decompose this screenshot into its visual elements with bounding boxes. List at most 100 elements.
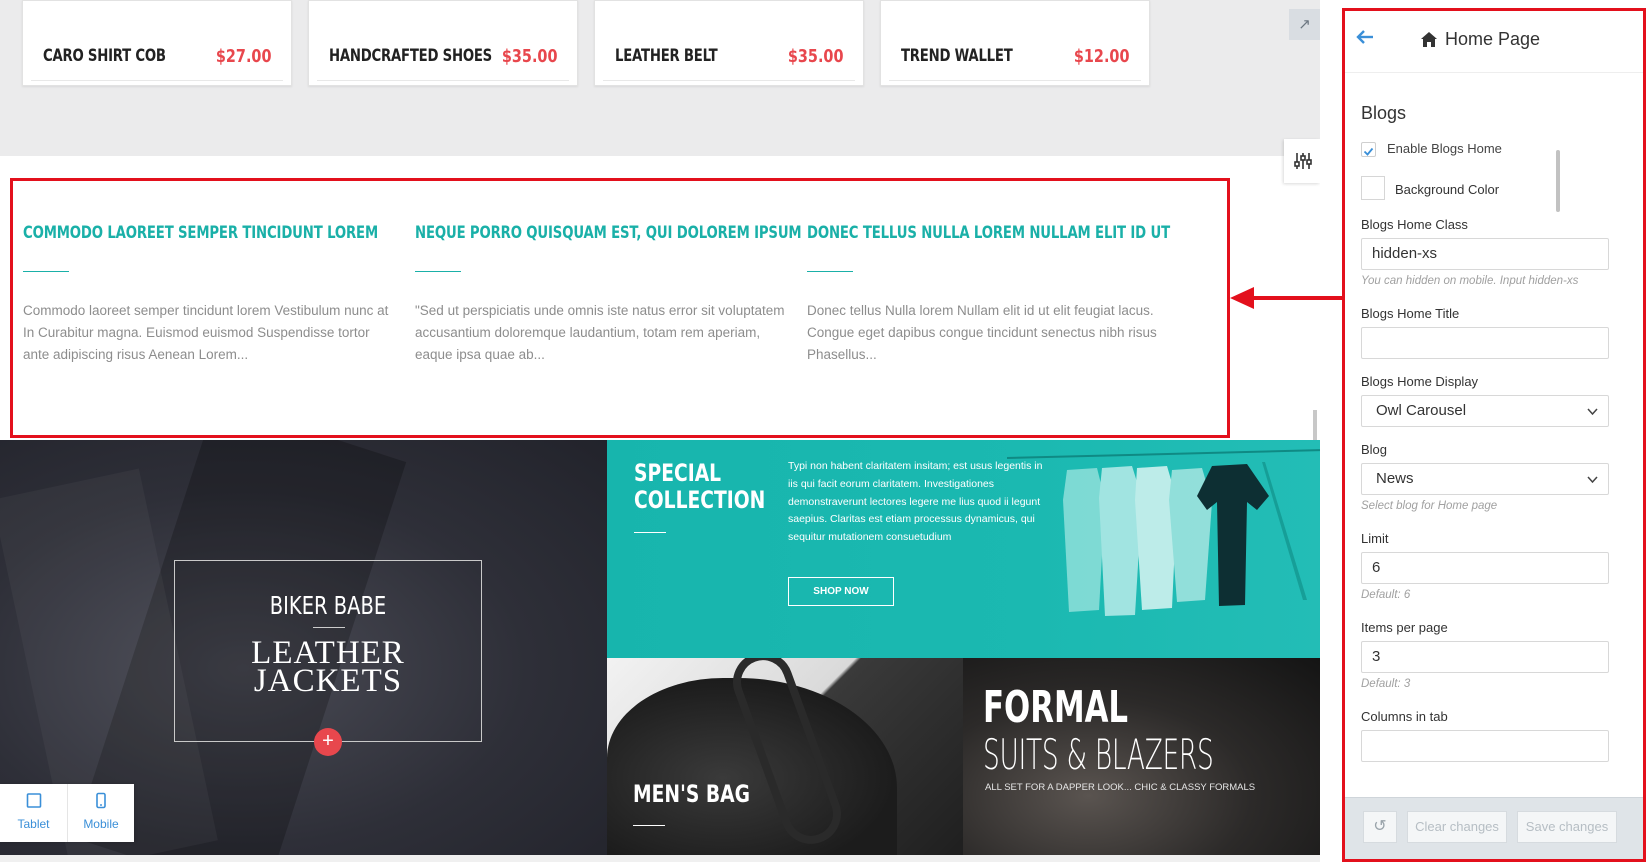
blog-divider [807, 271, 853, 272]
blog-post: DONEC TELLUS NULLA LOREM NULLAM ELIT ID … [807, 223, 1177, 366]
panel-form: Blogs Enable Blogs Home Background Color… [1345, 87, 1643, 795]
panel-footer: ↺ Clear changes Save changes [1345, 797, 1643, 859]
checkbox-label: Enable Blogs Home [1387, 141, 1502, 156]
blogs-home-class-field: Blogs Home Class hidden-xs You can hidde… [1361, 216, 1623, 291]
panel-scrollbar[interactable] [1556, 150, 1560, 212]
customize-settings-button[interactable] [1284, 139, 1320, 183]
blog-post: COMMODO LAOREET SEMPER TINCIDUNT LOREM C… [23, 223, 393, 366]
blog-post-excerpt: "Sed ut perspiciatis unde omnis iste nat… [415, 303, 785, 362]
blog-post-title[interactable]: DONEC TELLUS NULLA LOREM NULLAM ELIT ID … [807, 223, 1170, 243]
blog-post-title[interactable]: NEQUE PORRO QUISQUAM EST, QUI DOLOREM IP… [415, 223, 802, 243]
blog-post-excerpt: Commodo laoreet semper tincidunt lorem V… [23, 303, 389, 362]
banner-divider [634, 532, 666, 533]
field-label: Columns in tab [1361, 709, 1448, 724]
blogs-home-section: COMMODO LAOREET SEMPER TINCIDUNT LOREM C… [10, 178, 1230, 438]
panel-title: Home Page [1445, 29, 1541, 49]
product-name[interactable]: TREND WALLET [901, 46, 1013, 66]
field-hint: Default: 6 [1361, 589, 1411, 601]
limit-field: Limit 6 Default: 6 [1361, 530, 1623, 605]
clear-changes-button[interactable]: Clear changes [1407, 811, 1507, 843]
banner-divider [313, 627, 345, 628]
product-card[interactable]: TREND WALLET $12.00 [880, 0, 1150, 86]
customizer-panel: Home Page Blogs Enable Blogs Home Backgr… [1342, 8, 1646, 862]
section-title: Blogs [1361, 103, 1407, 123]
select-value: News [1376, 470, 1414, 487]
field-label: Items per page [1361, 620, 1448, 635]
blogs-home-display-field: Blogs Home Display Owl Carousel [1361, 373, 1623, 427]
product-price: $27.00 [215, 46, 271, 67]
device-label: Tablet [17, 817, 50, 831]
blogs-home-class-input[interactable]: hidden-xs [1361, 238, 1609, 270]
tablet-icon [0, 792, 67, 812]
blog-divider [23, 271, 69, 272]
expand-icon[interactable]: ↗ [1289, 9, 1320, 40]
enable-blogs-home-checkbox[interactable] [1361, 142, 1376, 157]
banner-title-line: COLLECTION [634, 486, 766, 514]
items-per-page-input[interactable]: 3 [1361, 641, 1609, 673]
banner-divider [633, 825, 665, 826]
device-label: Mobile [83, 817, 119, 831]
banner-tagline: ALL SET FOR A DAPPER LOOK... CHIC & CLAS… [985, 782, 1256, 793]
site-preview: CARO SHIRT COB $27.00 HANDCRAFTED SHOES … [0, 0, 1320, 862]
preview-bottom-edge [0, 855, 1320, 862]
blogs-home-title-field: Blogs Home Title [1361, 305, 1623, 359]
blog-post-title[interactable]: COMMODO LAOREET SEMPER TINCIDUNT LOREM [23, 223, 378, 243]
field-hint: Select blog for Home page [1361, 500, 1498, 512]
product-price: $35.00 [787, 46, 843, 67]
field-label: Blogs Home Display [1361, 374, 1479, 389]
columns-in-tab-field: Columns in tab [1361, 708, 1623, 762]
product-name[interactable]: HANDCRAFTED SHOES [329, 46, 492, 66]
product-price: $12.00 [1073, 46, 1129, 67]
product-card[interactable]: HANDCRAFTED SHOES $35.00 [308, 0, 578, 86]
blog-post-excerpt: Donec tellus Nulla lorem Nullam elit id … [807, 303, 1157, 362]
blog-select[interactable]: News [1361, 463, 1609, 495]
sliders-icon [1294, 153, 1312, 169]
banner-formal-suits[interactable]: FORMAL SUITS & BLAZERS ALL SET FOR A DAP… [963, 658, 1320, 855]
banner-kicker: BIKER BABE [269, 591, 387, 620]
banner-title: MEN'S BAG [633, 780, 750, 808]
blogs-home-title-input[interactable] [1361, 327, 1609, 359]
blogs-home-display-select[interactable]: Owl Carousel [1361, 395, 1609, 427]
field-label: Blogs Home Title [1361, 306, 1460, 321]
banner-headline: LEATHER JACKETS [175, 637, 481, 698]
color-swatch[interactable] [1361, 176, 1385, 200]
shop-now-button[interactable]: SHOP NOW [788, 577, 894, 606]
blog-post: NEQUE PORRO QUISQUAM EST, QUI DOLOREM IP… [415, 223, 802, 366]
field-label: Blog [1361, 442, 1388, 457]
plus-icon[interactable]: + [314, 728, 342, 756]
product-name[interactable]: LEATHER BELT [615, 46, 718, 66]
banner-special-collection[interactable]: SPECIAL COLLECTION Typi non habent clari… [607, 440, 1320, 658]
banner-title-line: SPECIAL [634, 459, 722, 487]
device-preview-switcher: Tablet Mobile [0, 784, 134, 842]
home-icon [1421, 32, 1437, 47]
tablet-preview-button[interactable]: Tablet [0, 784, 67, 842]
clothes-rack-image [1007, 449, 1320, 616]
back-arrow-icon[interactable] [1355, 29, 1375, 45]
items-per-page-field: Items per page 3 Default: 3 [1361, 619, 1623, 694]
product-price: $35.00 [501, 46, 557, 67]
product-strip: CARO SHIRT COB $27.00 HANDCRAFTED SHOES … [0, 0, 1320, 156]
field-label: Limit [1361, 531, 1389, 546]
select-value: Owl Carousel [1376, 402, 1467, 419]
columns-in-tab-input[interactable] [1361, 730, 1609, 762]
undo-icon[interactable]: ↺ [1363, 811, 1397, 843]
banner-title: FORMAL [983, 682, 1129, 733]
color-label: Background Color [1395, 182, 1500, 197]
mobile-preview-button[interactable]: Mobile [67, 784, 134, 842]
background-color-row[interactable]: Background Color [1361, 176, 1623, 202]
chevron-down-icon [1587, 408, 1598, 416]
limit-input[interactable]: 6 [1361, 552, 1609, 584]
mobile-icon [68, 792, 134, 812]
field-hint: You can hidden on mobile. Input hidden-x… [1361, 275, 1579, 287]
blog-select-field: Blog News Select blog for Home page [1361, 441, 1623, 516]
product-name[interactable]: CARO SHIRT COB [43, 46, 166, 66]
banner-subtitle: SUITS & BLAZERS [983, 730, 1214, 779]
banner-frame: BIKER BABE LEATHER JACKETS [174, 560, 482, 742]
save-changes-button[interactable]: Save changes [1517, 811, 1617, 843]
product-card[interactable]: LEATHER BELT $35.00 [594, 0, 864, 86]
product-card[interactable]: CARO SHIRT COB $27.00 [22, 0, 292, 86]
banner-mens-bag[interactable]: MEN'S BAG [607, 658, 963, 855]
enable-blogs-home-row[interactable]: Enable Blogs Home [1361, 138, 1623, 160]
blog-divider [415, 271, 461, 272]
banner-title: SPECIAL COLLECTION [634, 460, 765, 514]
